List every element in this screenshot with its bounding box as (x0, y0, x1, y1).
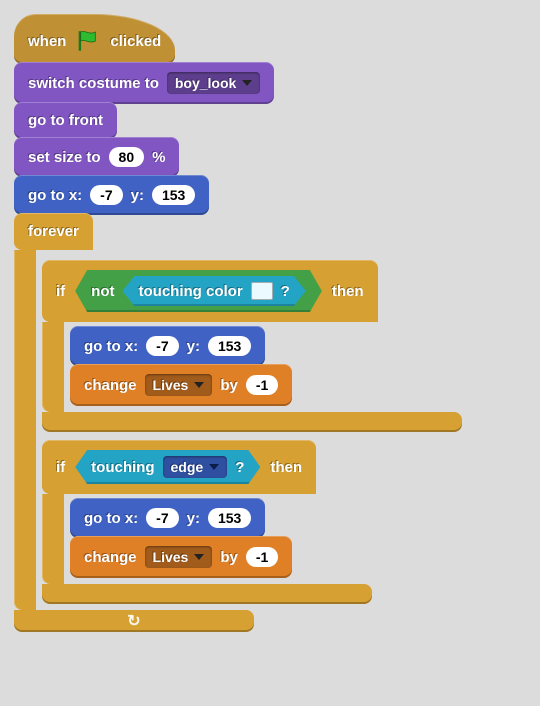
if1-header: if not touching color ? then (42, 260, 378, 322)
label-touching-color-a: touching color (139, 283, 243, 300)
var-dropdown1-value: Lives (153, 377, 189, 393)
label-change2-b: by (220, 549, 238, 566)
sensing-touching-color[interactable]: touching color ? (123, 276, 306, 306)
label-not: not (91, 283, 114, 300)
touching-dropdown[interactable]: edge (163, 456, 228, 478)
forever-footer: ↻ (14, 610, 254, 632)
label-touching-a: touching (91, 459, 154, 476)
sensing-touching[interactable]: touching edge ? (75, 450, 260, 484)
if1-footer (42, 412, 462, 432)
label-touching-color-b: ? (281, 283, 290, 300)
change2-val-input[interactable]: -1 (246, 547, 278, 567)
dropdown-arrow-icon (194, 382, 204, 388)
label-change1-b: by (220, 377, 238, 394)
label-then1: then (332, 283, 364, 300)
label-then2: then (270, 459, 302, 476)
goto1-y-input[interactable]: 153 (152, 185, 195, 205)
change1-val-input[interactable]: -1 (246, 375, 278, 395)
var-dropdown-2[interactable]: Lives (145, 546, 213, 568)
label-set-size-a: set size to (28, 149, 101, 166)
costume-dropdown[interactable]: boy_look (167, 72, 260, 94)
if2-header: if touching edge ? then (42, 440, 316, 494)
label-goto-x: go to x: (28, 187, 82, 204)
if1-body: go to x: -7 y: 153 change Lives (64, 322, 292, 412)
if2-left-bar (42, 494, 64, 584)
operator-not[interactable]: not touching color ? (75, 270, 322, 312)
block-change-lives-1[interactable]: change Lives by -1 (70, 364, 292, 406)
label-set-size-b: % (152, 149, 165, 166)
block-change-lives-2[interactable]: change Lives by -1 (70, 536, 292, 578)
block-if-2[interactable]: if touching edge ? then (42, 440, 372, 604)
label-if2: if (56, 459, 65, 476)
loop-arrow-icon: ↻ (127, 611, 140, 631)
label-change2-a: change (84, 549, 137, 566)
forever-left-bar (14, 250, 36, 610)
label-goto-y: y: (131, 187, 144, 204)
block-goto-3[interactable]: go to x: -7 y: 153 (70, 498, 265, 538)
label-if1: if (56, 283, 65, 300)
var-dropdown2-value: Lives (153, 549, 189, 565)
label-goto2-x: go to x: (84, 338, 138, 355)
size-input[interactable]: 80 (109, 147, 145, 167)
color-swatch[interactable] (251, 282, 273, 300)
label-when: when (28, 33, 66, 50)
forever-body: if not touching color ? then (36, 250, 462, 610)
block-switch-costume[interactable]: switch costume to boy_look (14, 62, 274, 104)
touching-dropdown-value: edge (171, 459, 204, 475)
label-switch-costume: switch costume to (28, 75, 159, 92)
dropdown-arrow-icon (194, 554, 204, 560)
if1-left-bar (42, 322, 64, 412)
label-go-to-front: go to front (28, 112, 103, 129)
goto3-y-input[interactable]: 153 (208, 508, 251, 528)
dropdown-arrow-icon (209, 464, 219, 470)
goto2-x-input[interactable]: -7 (146, 336, 178, 356)
goto2-y-input[interactable]: 153 (208, 336, 251, 356)
hat-when-flag-clicked[interactable]: when clicked (14, 14, 175, 64)
green-flag-icon (74, 28, 102, 54)
forever-header: forever (14, 213, 93, 250)
label-goto2-y: y: (187, 338, 200, 355)
label-forever: forever (28, 223, 79, 240)
label-clicked: clicked (110, 33, 161, 50)
if2-footer (42, 584, 372, 604)
var-dropdown-1[interactable]: Lives (145, 374, 213, 396)
block-goto-2[interactable]: go to x: -7 y: 153 (70, 326, 265, 366)
if2-body: go to x: -7 y: 153 change Lives (64, 494, 292, 584)
block-set-size[interactable]: set size to 80 % (14, 137, 179, 177)
costume-dropdown-value: boy_look (175, 75, 236, 91)
block-go-to-front[interactable]: go to front (14, 102, 117, 139)
block-goto-1[interactable]: go to x: -7 y: 153 (14, 175, 209, 215)
label-goto3-x: go to x: (84, 510, 138, 527)
label-goto3-y: y: (187, 510, 200, 527)
label-change1-a: change (84, 377, 137, 394)
label-touching-b: ? (235, 459, 244, 476)
dropdown-arrow-icon (242, 80, 252, 86)
block-if-1[interactable]: if not touching color ? then (42, 260, 462, 432)
goto3-x-input[interactable]: -7 (146, 508, 178, 528)
script-stack: when clicked switch costume to boy_look … (14, 14, 526, 632)
goto1-x-input[interactable]: -7 (90, 185, 122, 205)
block-forever[interactable]: forever if not touching color ? (14, 213, 462, 632)
